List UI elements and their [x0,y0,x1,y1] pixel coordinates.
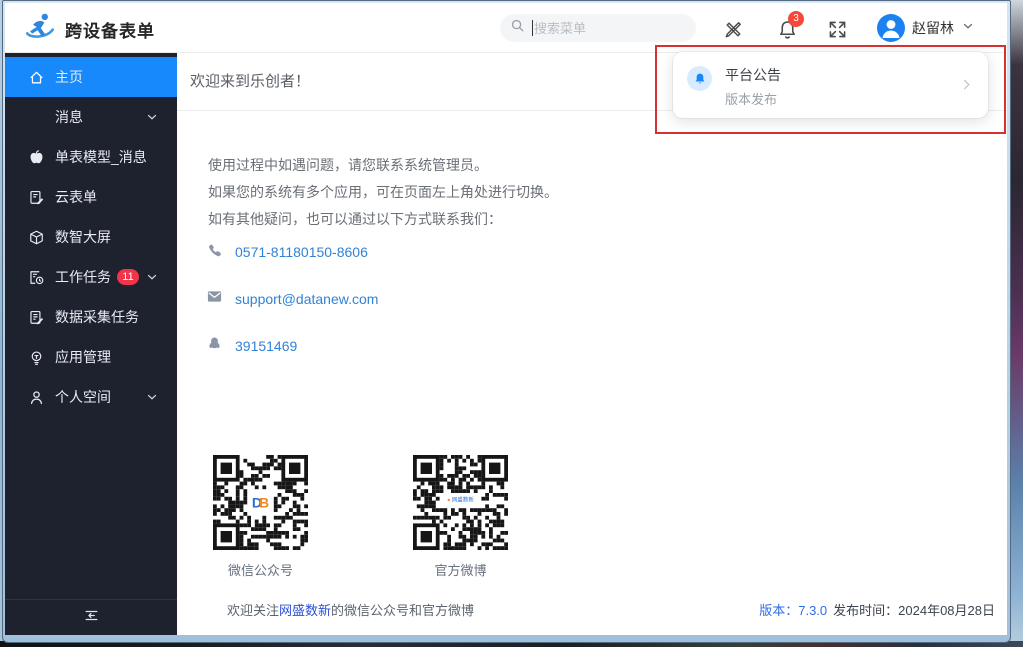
announcement-subtitle: 版本发布 [725,89,777,108]
main-content: 欢迎来到乐创者！ 使用过程中如遇问题，请您联系系统管理员。 如果您的系统有多个应… [177,53,1007,635]
email-link[interactable]: support@datanew.com [235,291,378,307]
user-menu[interactable]: 赵留林 [877,14,975,42]
footer-follow-text: 欢迎关注网盛数新的微信公众号和官方微博 [227,600,474,619]
app-logo: 跨设备表单 [23,10,155,49]
intro-line: 使用过程中如遇问题，请您联系系统管理员。 [208,152,558,179]
search-icon [510,18,525,38]
sidebar-item-work-tasks[interactable]: 工作任务 11 [5,257,177,297]
sidebar-item-app-management[interactable]: 应用管理 [5,337,177,377]
contact-phone-row: 0571-81180150-8606 [206,242,378,262]
search-input[interactable] [534,21,686,36]
email-icon [206,288,223,310]
qr-label: 微信公众号 [213,560,308,579]
notification-badge: 3 [788,11,804,27]
intro-text: 使用过程中如遇问题，请您联系系统管理员。 如果您的系统有多个应用，可在页面左上角… [208,152,558,233]
sidebar-label: 个人空间 [55,387,111,407]
task-count-badge: 11 [117,269,139,285]
apple-icon [28,149,45,166]
user-name: 赵留林 [912,18,954,38]
sidebar-label: 消息 [55,107,83,127]
phone-link[interactable]: 0571-81180150-8606 [235,244,368,260]
weibo-qr-block: ● 网盛数新 官方微博 [413,455,508,579]
sidebar-label: 主页 [55,67,83,87]
design-tools-button[interactable] [721,17,745,41]
footer-version-info: 版本：7.3.0 发布时间：2024年08月28日 [759,600,995,619]
chevron-down-icon [145,110,159,127]
intro-line: 如有其他疑问，也可以通过以下方式联系我们： [208,206,558,233]
phone-icon [206,241,223,263]
contact-email-row: support@datanew.com [206,289,378,309]
sidebar-collapse-button[interactable] [5,599,177,635]
search-box[interactable] [500,14,696,42]
svg-text:● 网盛数新: ● 网盛数新 [447,496,474,504]
weibo-qr-image: ● 网盛数新 [413,455,508,550]
wechat-qr-block: DB 微信公众号 [213,455,308,579]
sidebar-label: 数据采集任务 [55,307,139,327]
sidebar-label: 应用管理 [55,347,111,367]
app-title: 跨设备表单 [65,17,155,42]
footer-prefix: 欢迎关注 [227,603,279,618]
chevron-down-icon [145,270,159,287]
text-caret [532,20,533,36]
sidebar-item-single-table-model[interactable]: 单表模型_消息 [5,137,177,177]
person-icon [28,389,45,406]
qr-section: DB 微信公众号 ● 网盛数新 官方微博 [213,455,508,579]
sidebar-label: 数智大屏 [55,227,111,247]
release-date-text: 发布时间：2024年08月28日 [833,603,995,618]
bulb-icon [28,349,45,366]
sidebar-item-data-collection[interactable]: 数据采集任务 [5,297,177,337]
contact-list: 0571-81180150-8606 support@datanew.com [206,242,378,383]
user-avatar [877,14,905,42]
chevron-right-icon [959,77,974,97]
qr-label: 官方微博 [413,560,508,579]
wechat-qr-image: DB [213,455,308,550]
footer-suffix: 的微信公众号和官方微博 [331,603,474,618]
company-link[interactable]: 网盛数新 [279,603,331,618]
sidebar-item-personal-space[interactable]: 个人空间 [5,377,177,417]
sidebar-item-smart-screen[interactable]: 数智大屏 [5,217,177,257]
notifications-button[interactable]: 3 [775,17,799,41]
fullscreen-button[interactable] [825,17,849,41]
notification-dropdown-item[interactable]: 平台公告 版本发布 [673,52,988,118]
sidebar-item-home[interactable]: 主页 [5,57,177,97]
qq-link[interactable]: 39151469 [235,338,297,354]
qq-icon [206,335,223,357]
collapse-sidebar-icon [83,607,100,629]
sidebar-item-cloud-form[interactable]: 云表单 [5,177,177,217]
chevron-down-icon [145,390,159,407]
task-clock-icon [28,269,45,286]
sidebar-nav: 主页 消息 单表模型_消息 云表单 [5,53,177,635]
sidebar-label: 工作任务 [55,267,111,287]
sidebar-label: 单表模型_消息 [55,147,147,167]
sidebar-label: 云表单 [55,187,97,207]
home-icon [28,69,45,86]
announcement-title: 平台公告 [725,65,781,85]
cube-icon [28,229,45,246]
sidebar-item-messages[interactable]: 消息 [5,97,177,137]
announcement-bell-icon [687,66,712,91]
intro-line: 如果您的系统有多个应用，可在页面左上角处进行切换。 [208,179,558,206]
version-text: 版本：7.3.0 [759,603,827,618]
top-header: 跨设备表单 3 [5,3,1007,53]
footer: 欢迎关注网盛数新的微信公众号和官方微博 版本：7.3.0 发布时间：2024年08… [227,600,995,619]
chevron-down-icon [961,19,975,38]
data-collect-icon [28,309,45,326]
svg-text:DB: DB [252,495,269,511]
app-logo-icon [23,10,57,49]
contact-qq-row: 39151469 [206,336,378,356]
cloud-form-icon [28,189,45,206]
